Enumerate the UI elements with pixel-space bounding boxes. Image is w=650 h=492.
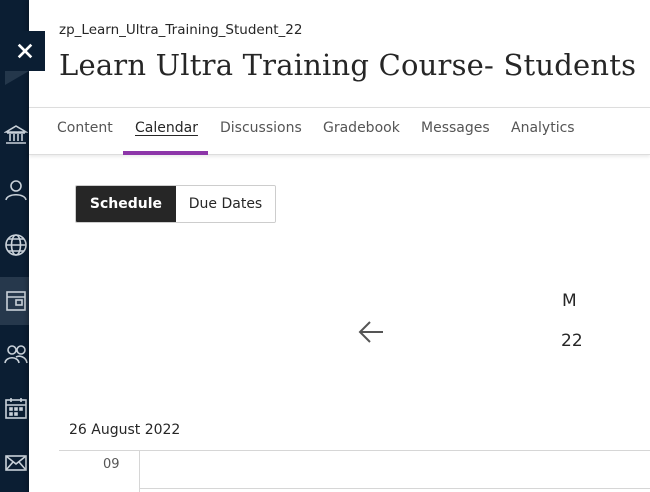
course-id: zp_Learn_Ultra_Training_Student_22 [59, 22, 303, 38]
close-button[interactable] [5, 31, 45, 71]
globe-icon[interactable] [0, 225, 29, 265]
course-tabs: Content Calendar Discussions Gradebook M… [29, 107, 650, 155]
course-panel: zp_Learn_Ultra_Training_Student_22 Learn… [29, 0, 650, 492]
tab-messages[interactable]: Messages [421, 120, 490, 155]
schedule-button[interactable]: Schedule [76, 186, 176, 222]
page-title: Learn Ultra Training Course- Students [59, 48, 637, 82]
due-dates-button[interactable]: Due Dates [176, 186, 275, 222]
day-of-week: M [562, 291, 577, 311]
calendar-divider [59, 450, 650, 451]
day-number[interactable]: 22 [561, 331, 583, 351]
hour-gutter-divider [139, 450, 140, 492]
active-tab-indicator [123, 151, 208, 155]
hour-row-divider [139, 488, 650, 489]
courses-icon[interactable] [0, 277, 29, 325]
calendar-date: 26 August 2022 [69, 422, 181, 438]
tab-calendar[interactable]: Calendar [135, 120, 198, 155]
tab-analytics[interactable]: Analytics [511, 120, 575, 155]
institution-icon[interactable] [0, 115, 29, 155]
view-toggle: Schedule Due Dates [75, 185, 276, 223]
close-tab-fold [5, 71, 29, 85]
tab-gradebook[interactable]: Gradebook [323, 120, 400, 155]
arrow-left-icon[interactable] [357, 318, 385, 346]
groups-icon[interactable] [0, 334, 29, 374]
tab-content[interactable]: Content [57, 120, 113, 155]
messages-icon[interactable] [0, 443, 29, 483]
hour-label: 09 [103, 457, 120, 472]
calendar-icon[interactable] [0, 388, 29, 428]
tab-discussions[interactable]: Discussions [220, 120, 302, 155]
close-icon [17, 43, 33, 59]
user-icon[interactable] [0, 170, 29, 210]
